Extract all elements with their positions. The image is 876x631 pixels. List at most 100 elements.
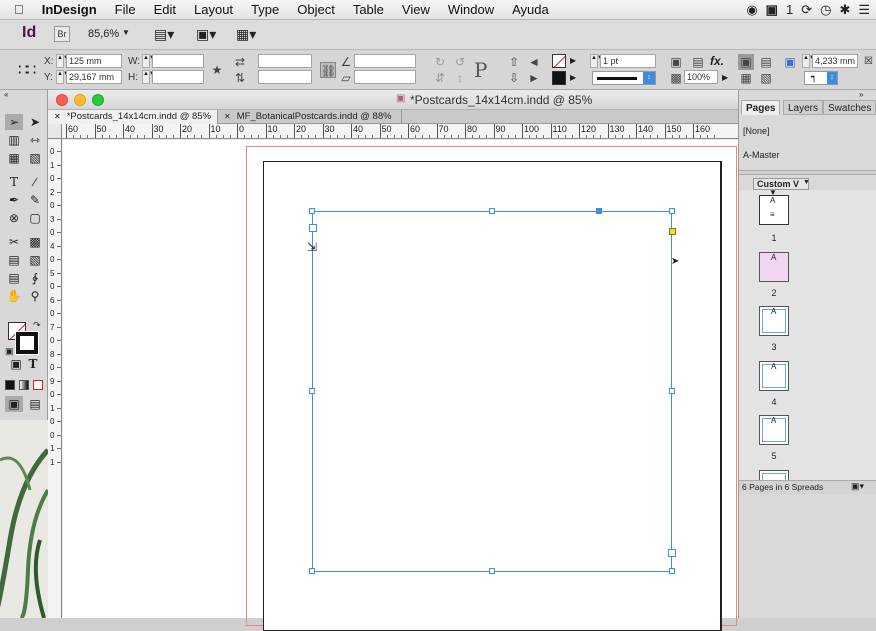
gradient-feather-tool-icon[interactable]: ▧ [26, 252, 44, 268]
app-name[interactable]: InDesign [42, 2, 97, 17]
apple-icon[interactable]:  [14, 2, 24, 17]
scissors-tool-icon[interactable]: ✂ [5, 234, 23, 250]
h-stepper[interactable]: ▲▼ [142, 70, 155, 84]
chevron-down-icon[interactable]: ▼ [803, 179, 810, 186]
frame-handle-bm[interactable] [489, 568, 495, 574]
panel-divider[interactable] [739, 170, 876, 175]
select-previous-icon[interactable]: ◄ [526, 54, 542, 70]
page-thumbnail-4[interactable]: A [759, 361, 789, 391]
frame-handle-tm[interactable] [489, 208, 495, 214]
bug-icon[interactable]: ★ [209, 62, 225, 78]
page-thumbnail-5[interactable]: A [759, 415, 789, 445]
chevron-right-icon[interactable]: ▶ [570, 56, 576, 65]
chevron-right-icon[interactable]: ▶ [722, 73, 728, 82]
formatting-text-icon[interactable]: T [24, 356, 42, 372]
menu-edit[interactable]: Edit [154, 2, 176, 17]
screen-mode-icon[interactable]: ▣▾ [196, 26, 216, 43]
frame-handle-mr[interactable] [669, 388, 675, 394]
w-field[interactable] [152, 54, 204, 68]
adobe-icon[interactable]: ▣ [766, 2, 778, 18]
time-machine-icon[interactable]: ◷ [820, 2, 831, 18]
flip-vertical-icon[interactable]: ↕ [452, 70, 468, 86]
arrange-documents-icon[interactable]: ▦▾ [236, 26, 256, 43]
shear-angle-icon[interactable]: ▱ [338, 70, 354, 86]
direct-selection-tool-icon[interactable]: ➤ [26, 114, 44, 130]
scale-x-icon[interactable]: ⇄ [232, 54, 248, 70]
menu-ayuda[interactable]: Ayuda [512, 2, 549, 17]
h-field[interactable] [152, 70, 204, 84]
stroke-type-dropdown[interactable]: ↕ [592, 71, 656, 85]
corner-shape-dropdown[interactable]: ┑ ↕ [804, 71, 838, 85]
view-dropdown[interactable]: Custom V [753, 178, 809, 190]
view-options-icon[interactable]: ▤▾ [154, 26, 174, 43]
rectangle-tool-icon[interactable]: ▢ [26, 210, 44, 226]
free-transform-tool-icon[interactable]: ▩ [26, 234, 44, 250]
live-corners-handle[interactable] [669, 228, 676, 235]
page-tool-icon[interactable]: ▥ [5, 132, 23, 148]
selection-tool-icon[interactable]: ➢ [5, 114, 23, 130]
frame-handle-tr[interactable] [669, 208, 675, 214]
frame-handle-bl[interactable] [309, 568, 315, 574]
type-tool-icon[interactable]: T [5, 174, 23, 190]
rotate-cw-icon[interactable]: ↻ [432, 54, 448, 70]
gradient-swatch-tool-icon[interactable]: ▤ [5, 252, 23, 268]
opacity-icon[interactable]: ▩ [668, 70, 684, 86]
rotate-ccw-icon[interactable]: ↺ [452, 54, 468, 70]
eyedropper-tool-icon[interactable]: ∲ [26, 270, 44, 286]
record-icon[interactable]: ◉ [746, 2, 757, 18]
bluetooth-icon[interactable]: ✱ [839, 2, 850, 18]
effects-icon[interactable]: ▤ [690, 54, 706, 70]
apply-none-icon[interactable] [33, 380, 43, 390]
zoom-level-dropdown[interactable]: 85,6% [88, 28, 119, 40]
select-container-icon[interactable]: ⇧ [506, 54, 522, 70]
page-thumbnail-1[interactable]: A ≡ [759, 195, 789, 225]
frame-handle-br[interactable] [668, 549, 676, 557]
offset-stepper[interactable]: ▲▼ [802, 54, 815, 68]
formatting-container-icon[interactable]: ▣ [7, 356, 25, 372]
frame-handle-tl[interactable] [309, 208, 315, 214]
page-thumbnail-2[interactable]: A [759, 252, 789, 282]
fill-swatch[interactable] [552, 54, 566, 68]
frame-fitting-icon[interactable]: ▣ [782, 54, 798, 70]
offset-field[interactable]: 4,233 mm [812, 54, 858, 68]
page-thumbnail-3[interactable]: A [759, 306, 789, 336]
menu-file[interactable]: File [115, 2, 136, 17]
menu-object[interactable]: Object [297, 2, 335, 17]
swap-colors-icon[interactable]: ↷ [33, 320, 41, 331]
rectangle-frame-tool-icon[interactable]: ⊗ [5, 210, 23, 226]
frame-handle-ml[interactable] [309, 388, 315, 394]
none-master-item[interactable]: [None] [743, 126, 770, 136]
chain-link-icon[interactable]: ⛓ [320, 62, 336, 78]
vertical-ruler[interactable]: 0 1 0 2 0 3 0 4 0 5 0 6 0 7 0 8 0 9 0 1 0 0 1 1 [48, 139, 62, 618]
shear-field[interactable] [354, 70, 416, 84]
x-stepper[interactable]: ▲▼ [56, 54, 69, 68]
content-collector-icon[interactable]: ▦ [5, 150, 23, 166]
menu-table[interactable]: Table [353, 2, 384, 17]
apply-color-icon[interactable] [5, 380, 15, 390]
paragraph-p-icon[interactable]: P [474, 58, 487, 82]
select-next-icon[interactable]: ► [526, 70, 542, 86]
scale-x-field[interactable] [258, 54, 312, 68]
frame-handle-br[interactable] [669, 568, 675, 574]
scale-y-icon[interactable]: ⇅ [232, 70, 248, 86]
tab-postcards[interactable]: ✕ *Postcards_14x14cm.indd @ 85% [48, 110, 218, 124]
page-thumbnail-6-partial[interactable] [759, 470, 789, 480]
sync-icon[interactable]: ⟳ [801, 2, 812, 18]
zoom-window-button[interactable] [92, 94, 104, 106]
stroke-swatch[interactable] [552, 71, 566, 85]
reference-point-icon[interactable]: ∷∷ [18, 60, 36, 80]
in-port-handle[interactable] [309, 224, 317, 232]
chevron-right-icon[interactable]: ▶ [570, 73, 576, 82]
drop-shadow-icon[interactable]: ▣ [668, 54, 684, 70]
apply-gradient-icon[interactable] [19, 380, 29, 390]
menu-view[interactable]: View [402, 2, 430, 17]
close-icon[interactable]: ✕ [54, 112, 61, 121]
ruler-corner[interactable] [48, 124, 62, 139]
wrap-around-icon[interactable]: ▤ [758, 54, 774, 70]
zoom-tool-icon[interactable]: ⚲ [26, 288, 44, 304]
tab-pages[interactable]: Pages [741, 100, 781, 115]
close-icon[interactable]: ☒ [864, 56, 873, 67]
opacity-field[interactable]: 100% [684, 70, 718, 84]
new-page-icon[interactable]: ▣▾ [851, 481, 864, 492]
selected-frame[interactable] [312, 211, 672, 572]
